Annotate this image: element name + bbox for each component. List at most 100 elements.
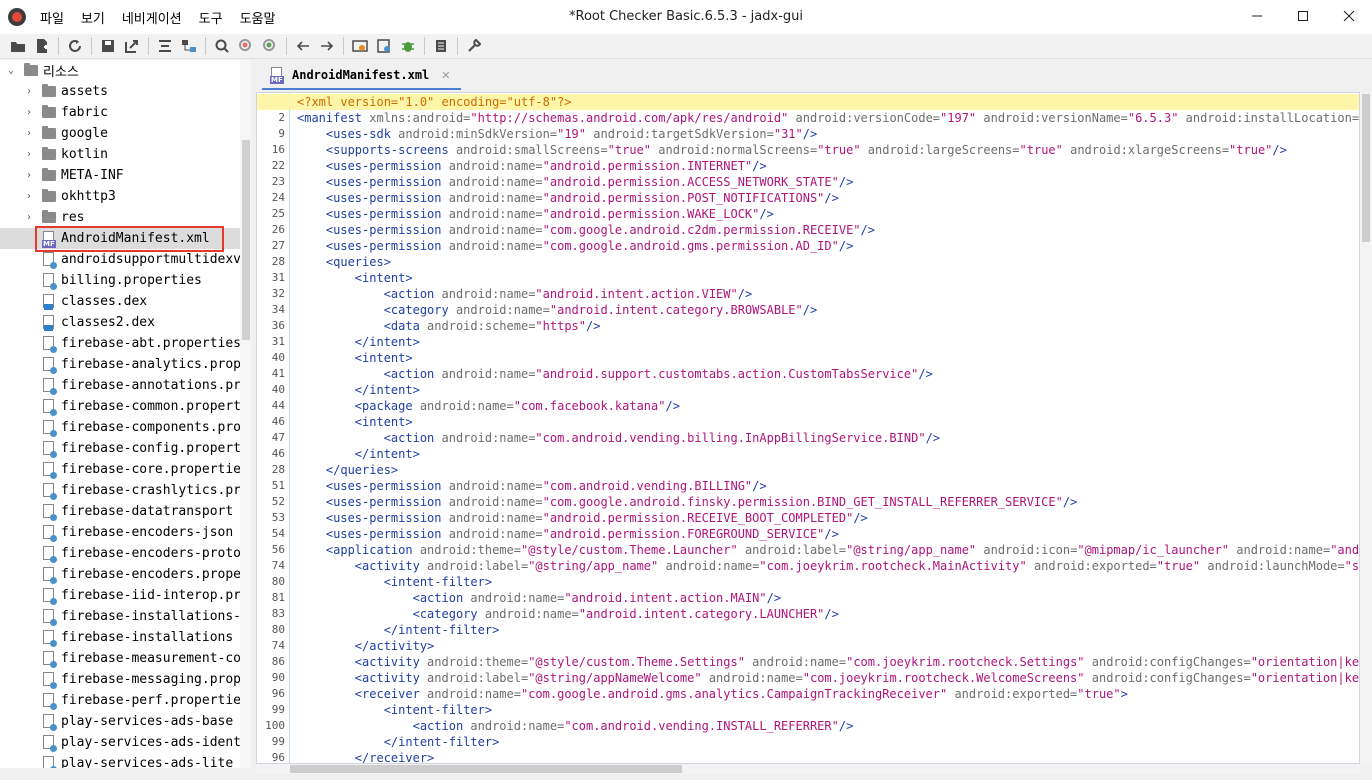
back-button[interactable] xyxy=(291,35,315,57)
code-line[interactable]: 31 </intent> xyxy=(257,334,1359,350)
tab-androidmanifest[interactable]: MF AndroidManifest.xml ✕ xyxy=(262,62,461,90)
tree-folder-res[interactable]: › res xyxy=(22,207,84,228)
log-viewer-button[interactable] xyxy=(372,35,396,57)
code-line[interactable]: 32 <action android:name="android.intent.… xyxy=(257,286,1359,302)
tree-file-item[interactable]: androidsupportmultidexv xyxy=(0,249,241,270)
tree-file-item[interactable]: firebase-installations- xyxy=(0,606,241,627)
code-line[interactable]: 96 <receiver android:name="com.google.an… xyxy=(257,686,1359,702)
code-line[interactable]: 56 <application android:theme="@style/cu… xyxy=(257,542,1359,558)
tree-file-item[interactable]: firebase-encoders-proto xyxy=(0,543,241,564)
code-line[interactable]: 80 <intent-filter> xyxy=(257,574,1359,590)
chevron-right-icon[interactable]: › xyxy=(22,212,36,223)
tree-folder-fabric[interactable]: › fabric xyxy=(22,102,108,123)
tree-file-item[interactable]: firebase-messaging.prop xyxy=(0,669,241,690)
code-line[interactable]: 27 <uses-permission android:name="com.go… xyxy=(257,238,1359,254)
code-line[interactable]: 46 <intent> xyxy=(257,414,1359,430)
reload-button[interactable] xyxy=(63,35,87,57)
menu-tools[interactable]: 도구 xyxy=(199,8,223,27)
code-line[interactable]: 23 <uses-permission android:name="androi… xyxy=(257,174,1359,190)
chevron-right-icon[interactable]: › xyxy=(22,86,36,97)
tree-file-item[interactable]: firebase-config.propert xyxy=(0,438,241,459)
tree-file-item[interactable]: classes2.dex xyxy=(0,312,155,333)
code-editor[interactable]: <?xml version="1.0" encoding="utf-8"?> 2 <… xyxy=(256,92,1360,764)
code-line[interactable]: <?xml version="1.0" encoding="utf-8"?> xyxy=(257,94,1359,110)
tree-file-item[interactable]: firebase-measurement-co xyxy=(0,648,241,669)
tree-file-item[interactable]: firebase-encoders-json xyxy=(0,522,233,543)
code-line[interactable]: 52 <uses-permission android:name="com.go… xyxy=(257,494,1359,510)
tree-folder-okhttp3[interactable]: › okhttp3 xyxy=(22,186,116,207)
usage-search-button[interactable] xyxy=(258,35,282,57)
code-line[interactable]: 41 <action android:name="android.support… xyxy=(257,366,1359,382)
chevron-right-icon[interactable]: › xyxy=(22,149,36,160)
chevron-right-icon[interactable]: › xyxy=(22,128,36,139)
editor-vertical-scrollbar-thumb[interactable] xyxy=(1362,94,1370,242)
tree-folder-meta-inf[interactable]: › META-INF xyxy=(22,165,124,186)
code-line[interactable]: 24 <uses-permission android:name="androi… xyxy=(257,190,1359,206)
tree-file-item[interactable]: firebase-encoders.prope xyxy=(0,564,241,585)
file-tree[interactable]: ⌄ 리소스 › assets › fabric › google › kotlin › META-… xyxy=(0,60,251,768)
quark-button[interactable] xyxy=(429,35,453,57)
code-line[interactable]: 54 <uses-permission android:name="androi… xyxy=(257,526,1359,542)
code-line[interactable]: 22 <uses-permission android:name="androi… xyxy=(257,158,1359,174)
tree-file-item[interactable]: firebase-components.pro xyxy=(0,417,241,438)
tree-file-item[interactable]: firebase-analytics.prop xyxy=(0,354,241,375)
export-button[interactable] xyxy=(120,35,144,57)
maximize-button[interactable] xyxy=(1280,0,1326,32)
sync-with-editor-button[interactable] xyxy=(153,35,177,57)
tree-file-item[interactable]: play-services-ads-lite xyxy=(0,753,233,768)
code-line[interactable]: 99 <intent-filter> xyxy=(257,702,1359,718)
code-line[interactable]: 51 <uses-permission android:name="com.an… xyxy=(257,478,1359,494)
chevron-right-icon[interactable]: › xyxy=(22,191,36,202)
code-line[interactable]: 74 <activity android:label="@string/app_… xyxy=(257,558,1359,574)
code-line[interactable]: 26 <uses-permission android:name="com.go… xyxy=(257,222,1359,238)
minimize-button[interactable] xyxy=(1234,0,1280,32)
chevron-right-icon[interactable]: › xyxy=(22,170,36,181)
code-line[interactable]: 16 <supports-screens android:smallScreen… xyxy=(257,142,1359,158)
tree-file-item[interactable]: firebase-core.propertie xyxy=(0,459,241,480)
save-all-button[interactable] xyxy=(96,35,120,57)
tree-file-item[interactable]: play-services-ads-base xyxy=(0,711,233,732)
close-button[interactable] xyxy=(1326,0,1372,32)
chevron-down-icon[interactable]: ⌄ xyxy=(4,65,18,76)
tree-file-item[interactable]: firebase-annotations.pr xyxy=(0,375,241,396)
menu-file[interactable]: 파일 xyxy=(40,8,64,27)
code-line[interactable]: 53 <uses-permission android:name="androi… xyxy=(257,510,1359,526)
code-line[interactable]: 83 <category android:name="android.inten… xyxy=(257,606,1359,622)
tree-folder-kotlin[interactable]: › kotlin xyxy=(22,144,108,165)
code-line[interactable]: 46 </intent> xyxy=(257,446,1359,462)
tree-file-item[interactable]: firebase-common.propert xyxy=(0,396,241,417)
close-tab-icon[interactable]: ✕ xyxy=(441,69,450,82)
open-file-button[interactable] xyxy=(6,35,30,57)
code-line[interactable]: 2 <manifest xmlns:android="http://schemas… xyxy=(257,110,1359,126)
code-line[interactable]: 80 </intent-filter> xyxy=(257,622,1359,638)
code-line[interactable]: 47 <action android:name="com.android.ven… xyxy=(257,430,1359,446)
code-line[interactable]: 99 </intent-filter> xyxy=(257,734,1359,750)
code-line[interactable]: 9 <uses-sdk android:minSdkVersion="19" a… xyxy=(257,126,1359,142)
code-line[interactable]: 74 </activity> xyxy=(257,638,1359,654)
code-line[interactable]: 34 <category android:name="android.inten… xyxy=(257,302,1359,318)
tree-scrollbar-thumb[interactable] xyxy=(242,140,250,340)
code-line[interactable]: 36 <data android:scheme="https"/> xyxy=(257,318,1359,334)
code-line[interactable]: 25 <uses-permission android:name="androi… xyxy=(257,206,1359,222)
tree-folder-assets[interactable]: › assets xyxy=(22,81,108,102)
editor-horizontal-scrollbar-thumb[interactable] xyxy=(290,765,682,773)
debugger-button[interactable] xyxy=(396,35,420,57)
code-line[interactable]: 31 <intent> xyxy=(257,270,1359,286)
code-line[interactable]: 90 <activity android:label="@string/appN… xyxy=(257,670,1359,686)
code-line[interactable]: 86 <activity android:theme="@style/custo… xyxy=(257,654,1359,670)
code-line[interactable]: 44 <package android:name="com.facebook.k… xyxy=(257,398,1359,414)
text-search-button[interactable] xyxy=(210,35,234,57)
tree-file-item[interactable]: firebase-perf.propertie xyxy=(0,690,241,711)
tree-file-item[interactable]: firebase-iid-interop.pr xyxy=(0,585,241,606)
code-line[interactable]: 40 <intent> xyxy=(257,350,1359,366)
tree-file-item[interactable]: firebase-abt.properties xyxy=(0,333,241,354)
code-line[interactable]: 28 <queries> xyxy=(257,254,1359,270)
forward-button[interactable] xyxy=(315,35,339,57)
code-line[interactable]: 40 </intent> xyxy=(257,382,1359,398)
class-search-button[interactable] xyxy=(234,35,258,57)
flatten-packages-button[interactable] xyxy=(177,35,201,57)
code-line[interactable]: 100 <action android:name="com.android.ve… xyxy=(257,718,1359,734)
deobfuscation-button[interactable] xyxy=(348,35,372,57)
tree-file-item[interactable]: firebase-datatransport xyxy=(0,501,233,522)
add-files-button[interactable] xyxy=(30,35,54,57)
